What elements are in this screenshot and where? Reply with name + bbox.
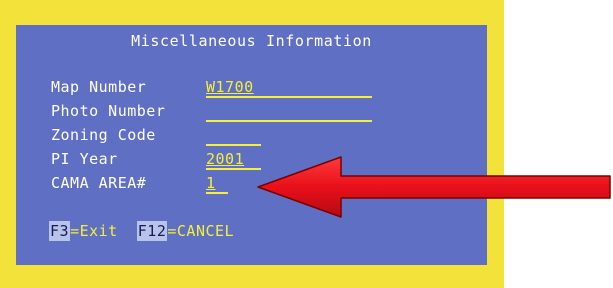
red-arrow-icon [257,156,611,218]
